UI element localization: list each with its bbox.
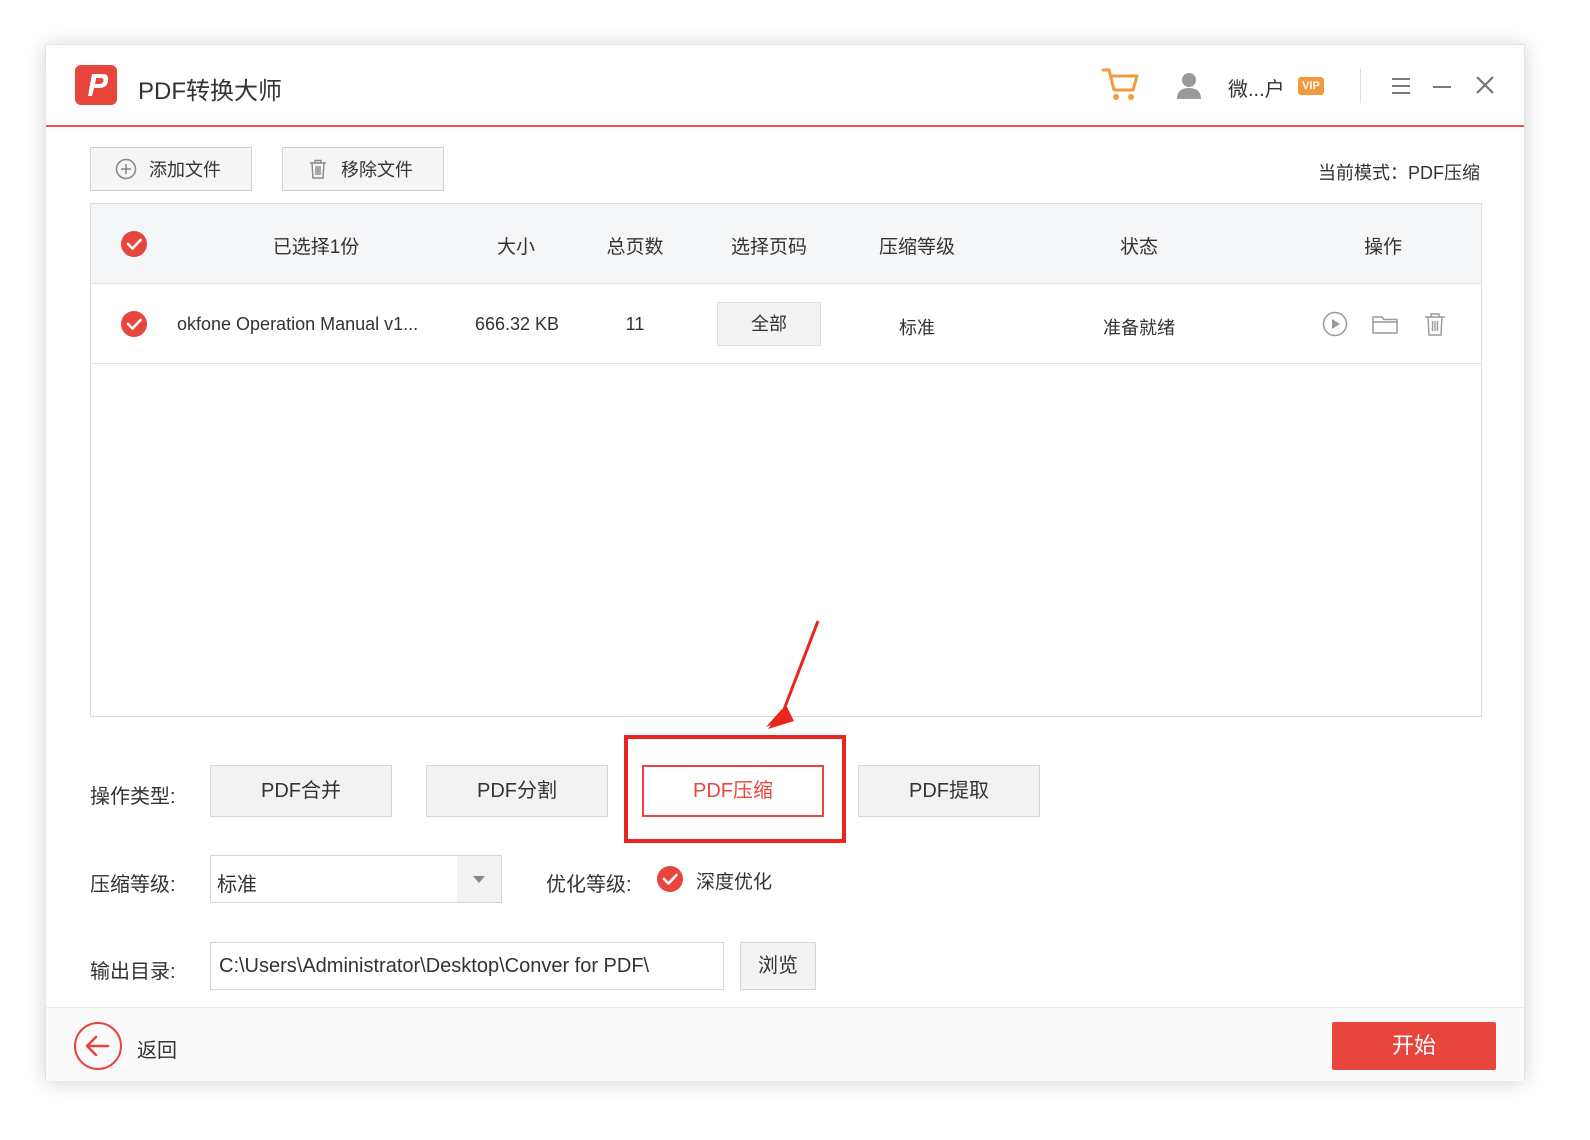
file-table: 已选择1份 大小 总页数 选择页码 压缩等级 状态 操作 okfone Oper… [90, 203, 1482, 717]
extract-pdf-button[interactable]: PDF提取 [858, 765, 1040, 817]
start-button[interactable]: 开始 [1332, 1022, 1496, 1070]
output-path-input[interactable]: C:\Users\Administrator\Desktop\Conver fo… [210, 942, 724, 990]
table-row[interactable]: okfone Operation Manual v1... 666.32 KB … [91, 284, 1481, 364]
deep-optimize-label: 深度优化 [696, 872, 773, 893]
user-avatar-icon[interactable] [1176, 71, 1202, 99]
arrow-left-icon [85, 1035, 110, 1057]
compress-level-select[interactable]: 标准 [210, 855, 502, 903]
header-actions: 操作 [1363, 237, 1402, 258]
footer-bar: 返回 开始 [46, 1007, 1524, 1081]
browse-button[interactable]: 浏览 [740, 942, 816, 990]
select-all-checkbox[interactable] [121, 231, 147, 257]
title-divider [1360, 69, 1361, 103]
compress-level-value: 标准 [217, 874, 257, 896]
header-size: 大小 [496, 237, 535, 258]
header-pages: 总页数 [606, 237, 664, 258]
header-status: 状态 [1119, 237, 1158, 258]
app-window: PDF转换大师 微...户 VIP 添加文件 移除文件 当前模式：PDF压缩 已… [45, 44, 1525, 1081]
folder-icon[interactable] [1371, 310, 1399, 338]
merge-pdf-button[interactable]: PDF合并 [210, 765, 392, 817]
app-logo-icon [75, 65, 117, 105]
highlight-annotation-box [624, 735, 846, 843]
chevron-down-icon [473, 876, 485, 883]
vip-badge: VIP [1298, 77, 1324, 95]
output-dir-label: 输出目录: [90, 961, 176, 983]
remove-file-label: 移除文件 [341, 160, 413, 180]
file-status: 准备就绪 [1103, 318, 1175, 338]
close-icon[interactable] [1474, 74, 1496, 96]
add-file-button[interactable]: 添加文件 [90, 147, 252, 191]
username-label[interactable]: 微...户 [1228, 73, 1285, 102]
minimize-icon[interactable] [1431, 75, 1453, 97]
operation-type-label: 操作类型: [90, 786, 176, 808]
file-size: 666.32 KB [474, 314, 560, 334]
file-name: okfone Operation Manual v1... [177, 314, 419, 334]
title-bar: PDF转换大师 微...户 VIP [46, 45, 1524, 127]
plus-circle-icon [115, 158, 137, 180]
split-pdf-button[interactable]: PDF分割 [426, 765, 608, 817]
back-label[interactable]: 返回 [137, 1034, 177, 1063]
delete-icon[interactable] [1421, 310, 1449, 338]
cart-icon[interactable] [1100, 65, 1140, 103]
header-compress-level: 压缩等级 [878, 237, 955, 258]
dropdown-arrow[interactable] [457, 856, 501, 902]
file-pages: 11 [625, 314, 645, 334]
header-selected: 已选择1份 [272, 237, 360, 258]
play-icon[interactable] [1321, 310, 1349, 338]
file-compress-level: 标准 [899, 318, 935, 338]
row-checkbox[interactable] [121, 311, 147, 337]
header-page-select: 选择页码 [730, 237, 807, 258]
optimize-level-label: 优化等级: [546, 874, 632, 896]
remove-file-button[interactable]: 移除文件 [282, 147, 444, 191]
page-select-button[interactable]: 全部 [717, 302, 821, 346]
app-title: PDF转换大师 [138, 78, 282, 105]
menu-icon[interactable] [1390, 75, 1412, 97]
deep-optimize-checkbox[interactable] [657, 866, 683, 892]
trash-icon [310, 159, 326, 179]
compress-level-label: 压缩等级: [90, 874, 176, 896]
back-button[interactable] [74, 1022, 122, 1070]
add-file-label: 添加文件 [149, 160, 221, 180]
table-header: 已选择1份 大小 总页数 选择页码 压缩等级 状态 操作 [91, 204, 1481, 284]
current-mode-label: 当前模式：PDF压缩 [1318, 163, 1480, 183]
